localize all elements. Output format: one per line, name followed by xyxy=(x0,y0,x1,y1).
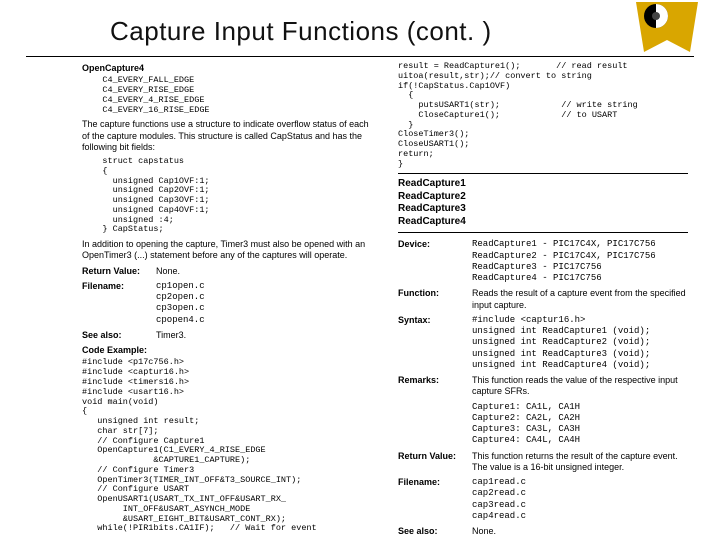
syntax-value: #include <captur16.h> unsigned int ReadC… xyxy=(472,315,688,371)
readcapture1: ReadCapture1 xyxy=(398,178,688,191)
top-code: result = ReadCapture1(); // read result … xyxy=(398,62,688,169)
see-also-label-r: See also: xyxy=(398,526,464,537)
syntax-label: Syntax: xyxy=(398,315,464,371)
right-column: result = ReadCapture1(); // read result … xyxy=(398,60,688,534)
see-also-value-r: None. xyxy=(472,526,688,537)
filename-label-r: Filename: xyxy=(398,477,464,522)
remarks-label: Remarks: xyxy=(398,375,464,398)
content-area: OpenCapture4 C4_EVERY_FALL_EDGE C4_EVERY… xyxy=(82,60,688,534)
device-label: Device: xyxy=(398,239,464,284)
logo-icon xyxy=(636,2,698,52)
function-label: Function: xyxy=(398,288,464,311)
struct-code: struct capstatus { unsigned Cap1OVF:1; u… xyxy=(82,157,372,235)
return-value: None. xyxy=(156,266,372,277)
remarks-spacer xyxy=(398,402,464,447)
remarks-value: This function reads the value of the res… xyxy=(472,375,688,398)
readcapture2: ReadCapture2 xyxy=(398,191,688,204)
function-value: Reads the result of a capture event from… xyxy=(472,288,688,311)
device-list: ReadCapture1 - PIC17C4X, PIC17C756 ReadC… xyxy=(472,239,688,284)
return-value-r: This function returns the result of the … xyxy=(472,451,688,474)
edge-constants: C4_EVERY_FALL_EDGE C4_EVERY_RISE_EDGE C4… xyxy=(82,76,372,115)
readcapture3: ReadCapture3 xyxy=(398,203,688,216)
filename-label: Filename: xyxy=(82,281,148,326)
see-also-value: Timer3. xyxy=(156,330,372,341)
return-value-label-r: Return Value: xyxy=(398,451,464,474)
page-title: Capture Input Functions (cont. ) xyxy=(110,16,492,47)
code-example: #include <p17c756.h> #include <captur16.… xyxy=(82,358,372,534)
remarks-registers: Capture1: CA1L, CA1H Capture2: CA2L, CA2… xyxy=(472,402,688,447)
code-example-label: Code Example: xyxy=(82,345,372,356)
divider xyxy=(26,56,694,57)
readcapture4: ReadCapture4 xyxy=(398,216,688,229)
see-also-label: See also: xyxy=(82,330,148,341)
return-value-label: Return Value: xyxy=(82,266,148,277)
open-para: In addition to opening the capture, Time… xyxy=(82,239,372,262)
readcapture-heading-box: ReadCapture1 ReadCapture2 ReadCapture3 R… xyxy=(398,173,688,233)
left-column: OpenCapture4 C4_EVERY_FALL_EDGE C4_EVERY… xyxy=(82,60,372,534)
filename-list: cp1open.c cp2open.c cp3open.c cpopen4.c xyxy=(156,281,372,326)
filename-list-r: cap1read.c cap2read.c cap3read.c cap4rea… xyxy=(472,477,688,522)
capstatus-description: The capture functions use a structure to… xyxy=(82,119,372,153)
opencapture4-heading: OpenCapture4 xyxy=(82,63,372,74)
